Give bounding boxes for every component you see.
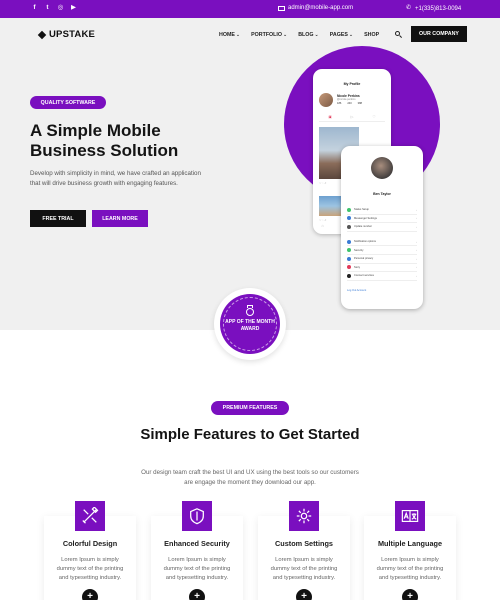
chevron-down-icon: ⌄ [283, 32, 288, 38]
free-trial-button[interactable]: FREE TRIAL [30, 210, 86, 227]
youtube-icon[interactable]: ▶ [70, 4, 77, 12]
chevron-down-icon: ⌄ [348, 32, 354, 38]
nav-item-home[interactable]: HOME ⌄ [219, 32, 240, 38]
stat-value: 186 [337, 102, 342, 105]
quality-software-badge: QUALITY SOFTWARE [30, 96, 106, 109]
feature-card-desc: Lorem Ipsum is simply dummy text of the … [376, 557, 444, 581]
feature-card-enhanced-security: Enhanced Security Lorem Ipsum is simply … [151, 501, 243, 600]
premium-features-badge: PREMIUM FEATURES [211, 401, 289, 415]
feature-card-colorful-design: Colorful Design Lorem Ipsum is simply du… [44, 501, 136, 600]
list-item-label: Notification options [354, 240, 376, 244]
app-of-month-award: APP OF THE MONTH AWARD [220, 294, 280, 354]
envelope-icon [278, 5, 285, 11]
contact-email[interactable]: admin@mobile-app.com [278, 5, 353, 11]
features-description: Our design team craft the best UI and UX… [141, 469, 359, 486]
profile-handle: @nicole.perkins [337, 98, 356, 101]
hero-description: Develop with simplicity in mind, we have… [30, 170, 201, 187]
nav-label: BLOG [298, 32, 314, 38]
logout-link: Log Out Account [347, 288, 367, 292]
feature-card-title: Multiple Language [377, 539, 443, 548]
nav-item-shop[interactable]: SHOP [364, 32, 379, 38]
instagram-icon[interactable]: ◎ [57, 4, 64, 12]
logo-text: UPSTAKE [49, 29, 96, 40]
stat-value: 388 [357, 102, 362, 105]
list-item: Status Setup › [347, 206, 417, 215]
list-item: Notification options › [347, 238, 417, 247]
feature-card-custom-settings: Custom Settings Lorem Ipsum is simply du… [258, 501, 350, 600]
profile-name: Ben Taylor [373, 192, 391, 196]
phone-mockup-settings: Ben Taylor Status Setup › Messenger Setti… [341, 146, 423, 309]
list-item: Connect services › [347, 272, 417, 281]
settings-list: Status Setup › Messenger Settings › Update… [347, 206, 417, 295]
translate-icon [395, 501, 425, 531]
phone-icon: ✆ [406, 5, 412, 11]
hero-title: A Simple Mobile Business Solution [30, 121, 179, 160]
plus-button[interactable]: + [82, 589, 98, 600]
feature-card-desc: Lorem Ipsum is simply dummy text of the … [163, 557, 231, 581]
list-item-label: Security [354, 248, 364, 252]
profile-stats: 186 240 388 [337, 102, 362, 105]
list-item-label: Personal privacy [354, 257, 374, 261]
stat-value: 240 [347, 102, 352, 105]
home-icon: ⌂ [321, 223, 324, 228]
nav-item-portfolio[interactable]: PORTFOLIO ⌄ [251, 32, 287, 38]
phone-screen-title: My Profile [343, 82, 361, 86]
feature-card-title: Colorful Design [62, 539, 118, 548]
nav-label: PORTFOLIO [251, 32, 283, 38]
learn-more-button[interactable]: LEARN MORE [92, 210, 148, 227]
top-bar: f t ◎ ▶ admin@mobile-app.com ✆ +1(335)81… [0, 0, 500, 18]
list-item: Update number › [347, 223, 417, 232]
plus-button[interactable]: + [189, 589, 205, 600]
award-text: APP OF THE MONTH AWARD [225, 319, 275, 332]
email-text[interactable]: admin@mobile-app.com [288, 5, 353, 11]
search-icon[interactable] [395, 31, 403, 39]
divider [319, 121, 385, 122]
logo-mark-icon [39, 32, 47, 38]
logo[interactable]: UPSTAKE [39, 29, 95, 40]
heart-icon: ♡ [372, 115, 376, 119]
nav-item-blog[interactable]: BLOG ⌄ [298, 32, 319, 38]
facebook-icon[interactable]: f [31, 4, 38, 12]
main-nav: HOME ⌄ PORTFOLIO ⌄ BLOG ⌄ PAGES ⌄ SHOP [219, 32, 379, 38]
plus-button[interactable]: + [402, 589, 418, 600]
list-item-label: Connect services [354, 274, 374, 278]
feature-card-desc: Lorem Ipsum is simply dummy text of the … [56, 557, 124, 581]
list-item-label: Update number [354, 225, 372, 229]
design-tools-icon [75, 501, 105, 531]
feature-card-title: Custom Settings [275, 539, 333, 548]
twitter-icon[interactable]: t [44, 4, 51, 12]
list-item-label: Messenger Settings [354, 216, 377, 220]
profile-tabs: ▣ ▷ ♡ [319, 115, 385, 119]
medal-icon [245, 305, 255, 316]
grid-icon: ▣ [328, 115, 332, 119]
nav-label: PAGES [329, 32, 348, 38]
chevron-down-icon: ⌄ [314, 32, 319, 38]
our-company-button[interactable]: OUR COMPANY [411, 26, 467, 42]
nav-label: HOME [219, 32, 235, 38]
features-title: Simple Features to Get Started [140, 426, 360, 443]
plus-button[interactable]: + [296, 589, 312, 600]
list-item: Personal privacy › [347, 255, 417, 264]
list-item: Security › [347, 246, 417, 255]
nav-item-pages[interactable]: PAGES ⌄ [330, 32, 353, 38]
list-item: Messenger Settings › [347, 215, 417, 224]
phone-text[interactable]: +1(335)813-0094 [415, 6, 461, 12]
chevron-down-icon: ⌄ [235, 32, 241, 38]
contact-phone[interactable]: ✆ +1(335)813-0094 [406, 5, 461, 12]
nav-label: SHOP [364, 32, 380, 38]
list-item-label: Status Setup [354, 208, 369, 212]
avatar [371, 157, 393, 179]
feature-card-multiple-language: Multiple Language Lorem Ipsum is simply … [364, 501, 456, 600]
shield-icon [182, 501, 212, 531]
feature-card-title: Enhanced Security [164, 539, 230, 548]
avatar [319, 93, 333, 107]
list-item-label: Story [354, 265, 361, 269]
social-links: f t ◎ ▶ [31, 4, 77, 12]
feature-card-desc: Lorem Ipsum is simply dummy text of the … [270, 557, 338, 581]
video-icon: ▷ [350, 115, 354, 119]
list-item: Story › [347, 264, 417, 273]
gear-icon [289, 501, 319, 531]
